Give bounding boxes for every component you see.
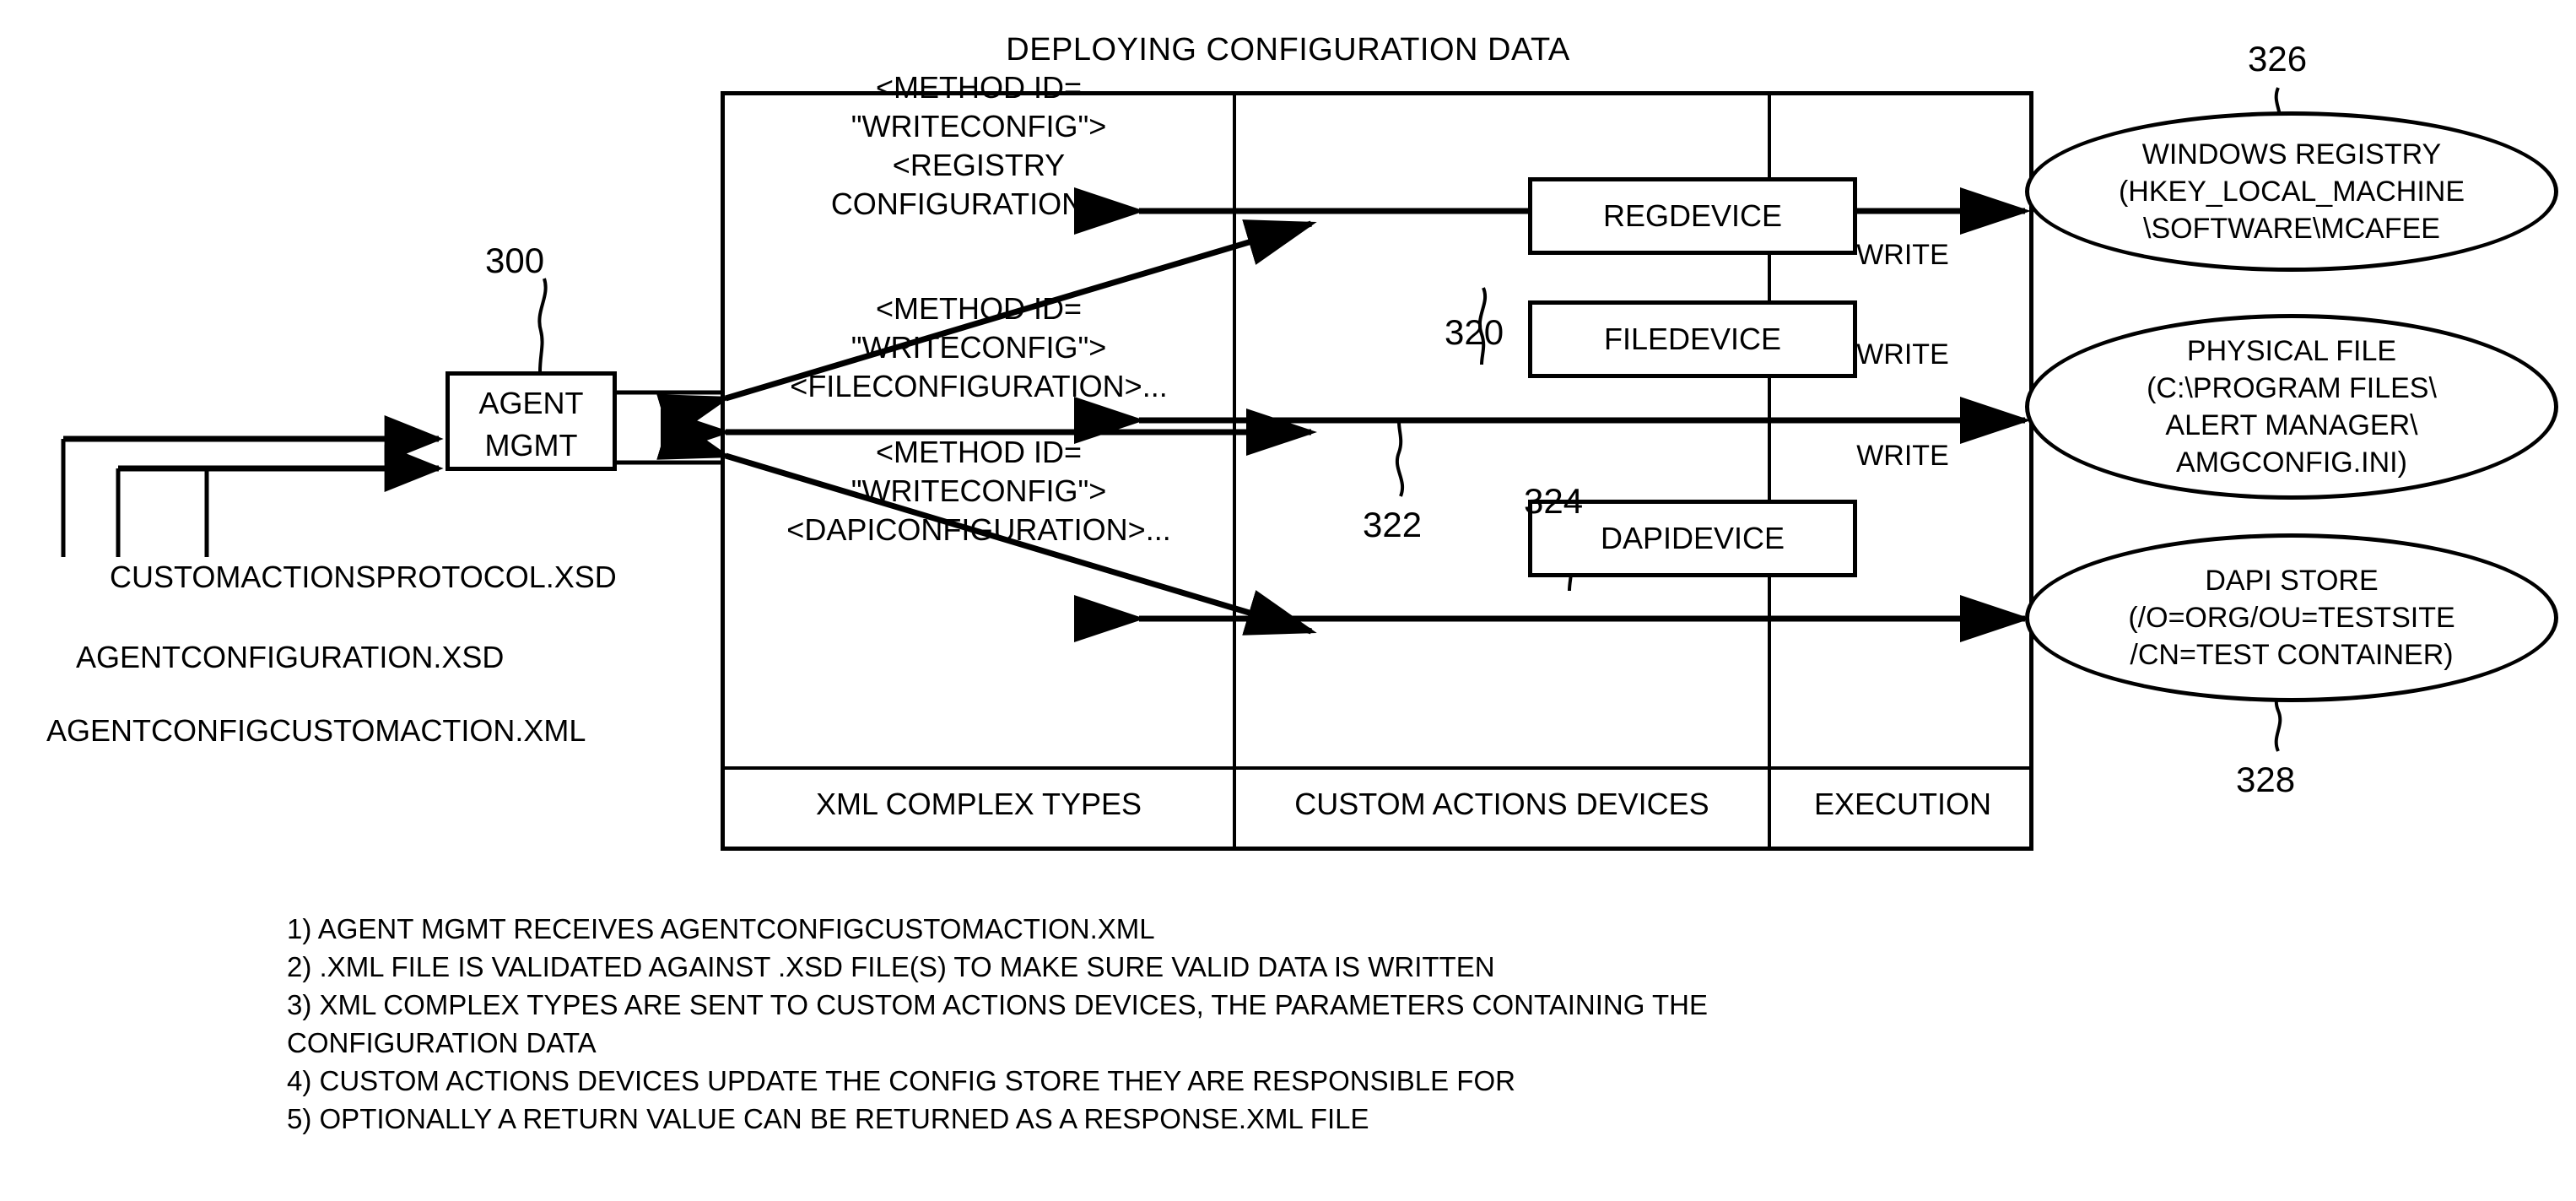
store-windows-registry-line2: (HKEY_LOCAL_MACHINE	[2118, 176, 2465, 208]
store-windows-registry-line3: \SOFTWARE\MCAFEE	[2143, 213, 2440, 245]
xml-registry-line1: <METHOD ID=	[875, 70, 1083, 105]
store-dapi-store-line1: DAPI STORE	[2205, 565, 2379, 597]
store-physical-file[interactable]: PHYSICAL FILE (C:\PROGRAM FILES\ ALERT M…	[2025, 314, 2558, 500]
process-notes: 1) AGENT MGMT RECEIVES AGENTCONFIGCUSTOM…	[287, 910, 2312, 1138]
xml-file-line1: <METHOD ID=	[875, 291, 1083, 326]
agent-mgmt-label-line2: MGMT	[484, 428, 578, 463]
xml-file-line2: "WRITECONFIG">	[851, 330, 1107, 365]
callout-300: 300	[485, 241, 545, 280]
note-3: 3) XML COMPLEX TYPES ARE SENT TO CUSTOM …	[287, 989, 1708, 1058]
column-header-execution: EXECUTION	[1813, 787, 1992, 821]
xml-complex-type-file: <METHOD ID= "WRITECONFIG"> <FILECONFIGUR…	[738, 289, 1219, 406]
process-table: <METHOD ID= "WRITECONFIG"> <REGISTRY CON…	[721, 70, 2033, 851]
input-label-customactionsprotocol-xsd: CUSTOMACTIONSPROTOCOL.XSD	[110, 560, 617, 594]
execution-write-label-1: WRITE	[1856, 239, 1949, 271]
callout-324: 324	[1524, 481, 1584, 521]
store-dapi-store[interactable]: DAPI STORE (/O=ORG/OU=TESTSITE /CN=TEST …	[2025, 533, 2558, 702]
column-header-xml-complex-types: XML COMPLEX TYPES	[815, 787, 1142, 821]
callout-322: 322	[1363, 505, 1423, 544]
note-5: 5) OPTIONALLY A RETURN VALUE CAN BE RETU…	[287, 1103, 1369, 1134]
callout-320: 320	[1445, 312, 1504, 352]
xml-dapi-line3: <DAPICONFIGURATION>...	[786, 512, 1171, 547]
agent-mgmt-label-line1: AGENT	[478, 386, 584, 420]
xml-registry-line4: CONFIGURATION>...	[830, 187, 1127, 221]
page-title: DEPLOYING CONFIGURATION DATA	[1006, 32, 1570, 68]
store-dapi-store-line3: /CN=TEST CONTAINER)	[2130, 639, 2454, 671]
execution-write-label-2: WRITE	[1856, 338, 1949, 371]
xml-dapi-line1: <METHOD ID=	[875, 435, 1083, 469]
xml-registry-line3: <REGISTRY	[892, 148, 1066, 182]
store-physical-file-line2: (C:\PROGRAM FILES\	[2147, 372, 2437, 404]
store-windows-registry-line1: WINDOWS REGISTRY	[2141, 138, 2442, 170]
store-physical-file-line1: PHYSICAL FILE	[2186, 335, 2397, 367]
store-windows-registry[interactable]: WINDOWS REGISTRY (HKEY_LOCAL_MACHINE \SO…	[2025, 111, 2558, 272]
store-dapi-store-line2: (/O=ORG/OU=TESTSITE	[2128, 602, 2455, 634]
xml-file-line3: <FILECONFIGURATION>...	[790, 369, 1168, 403]
xml-complex-type-registry: <METHOD ID= "WRITECONFIG"> <REGISTRY CON…	[738, 68, 1219, 224]
column-header-custom-actions-devices: CUSTOM ACTIONS DEVICES	[1294, 787, 1709, 821]
xml-complex-type-dapi: <METHOD ID= "WRITECONFIG"> <DAPICONFIGUR…	[738, 433, 1219, 549]
agent-mgmt-box[interactable]: AGENT MGMT	[446, 371, 617, 471]
note-1: 1) AGENT MGMT RECEIVES AGENTCONFIGCUSTOM…	[287, 913, 1155, 944]
table-divider-1	[1233, 95, 1236, 847]
execution-write-label-3: WRITE	[1856, 440, 1949, 472]
input-label-agentconfiguration-xsd: AGENTCONFIGURATION.XSD	[76, 640, 505, 674]
input-label-agentconfigcustomaction-xml: AGENTCONFIGCUSTOMACTION.XML	[46, 713, 586, 748]
callout-326: 326	[2248, 39, 2308, 78]
callout-328: 328	[2236, 760, 2296, 799]
note-2: 2) .XML FILE IS VALIDATED AGAINST .XSD F…	[287, 951, 1495, 982]
xml-dapi-line2: "WRITECONFIG">	[851, 473, 1107, 508]
store-physical-file-line4: AMGCONFIG.INI)	[2176, 446, 2407, 479]
xml-registry-line2: "WRITECONFIG">	[851, 109, 1107, 143]
store-physical-file-line3: ALERT MANAGER\	[2165, 409, 2418, 441]
note-4: 4) CUSTOM ACTIONS DEVICES UPDATE THE CON…	[287, 1065, 1515, 1096]
